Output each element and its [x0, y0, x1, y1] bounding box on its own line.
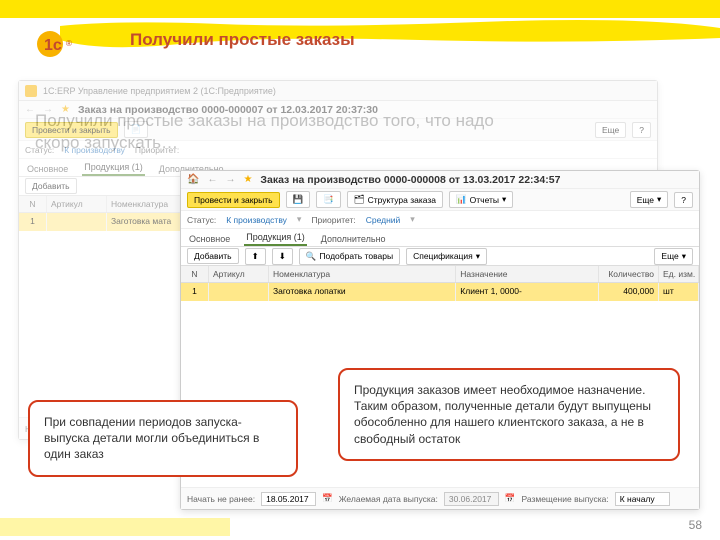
- cell-art: [47, 213, 107, 231]
- save-and-close-button[interactable]: Провести и закрыть: [187, 192, 280, 208]
- more-button[interactable]: Еще: [595, 122, 626, 138]
- status-row: Статус: К производству Приоритет:: [19, 141, 657, 159]
- spec-button[interactable]: Спецификация ▾: [406, 248, 487, 265]
- nav-back-icon[interactable]: ←: [25, 104, 35, 115]
- calendar-icon[interactable]: 📅: [322, 493, 333, 504]
- nav-fwd-icon[interactable]: →: [43, 104, 53, 115]
- slide-title: Получили простые заказы: [130, 30, 355, 50]
- footer: Начать не ранее: 18.05.2017 📅 Желаемая д…: [181, 487, 699, 509]
- col-art: Артикул: [209, 266, 269, 282]
- status-label: Статус:: [25, 145, 54, 155]
- nav-bar: ← → ★ Заказ на производство 0000-000007 …: [19, 101, 657, 119]
- tab-main[interactable]: Основное: [25, 162, 70, 176]
- svg-text:®: ®: [66, 39, 72, 48]
- start-date-input[interactable]: 18.05.2017: [261, 492, 316, 506]
- page-number: 58: [689, 518, 702, 532]
- favorite-icon[interactable]: ★: [243, 174, 252, 185]
- add-button[interactable]: Добавить: [187, 248, 239, 264]
- more-label: Еще: [637, 195, 654, 205]
- more-label-2: Еще: [661, 251, 678, 261]
- wish-label: Желаемая дата выпуска:: [339, 494, 438, 504]
- up-button[interactable]: ⬆: [245, 248, 266, 265]
- pick-label: Подобрать товары: [319, 251, 393, 261]
- cell-naz: Клиент 1, 0000-: [456, 283, 599, 301]
- col-num: N: [19, 196, 47, 212]
- spec-label: Спецификация: [413, 251, 473, 261]
- add-button[interactable]: Добавить: [25, 178, 77, 194]
- title-bar: 1С:ERP Управление предприятием 2 (1С:Пре…: [19, 81, 657, 101]
- callout-product-destination: Продукция заказов имеет необходимое назн…: [338, 368, 680, 461]
- down-button[interactable]: ⬇: [272, 248, 293, 265]
- cell-unit: шт: [659, 283, 699, 301]
- nav-fwd-icon[interactable]: →: [225, 174, 235, 185]
- col-unit: Ед. изм.: [659, 266, 699, 282]
- cell-art: [209, 283, 269, 301]
- favorite-icon[interactable]: ★: [61, 104, 70, 115]
- structure-label: Структура заказа: [368, 195, 436, 205]
- tab-main[interactable]: Основное: [187, 232, 232, 246]
- structure-button[interactable]: 🗂 Структура заказа: [347, 191, 443, 208]
- svg-text:1c: 1c: [44, 37, 62, 54]
- status-label: Статус:: [187, 215, 216, 225]
- tab-products[interactable]: Продукция (1): [244, 230, 307, 246]
- status-row: Статус: К производству ▾ Приоритет: Сред…: [181, 211, 699, 229]
- start-label: Начать не ранее:: [187, 494, 255, 504]
- col-num: N: [181, 266, 209, 282]
- priority-value[interactable]: Средний: [366, 215, 401, 225]
- calendar-icon[interactable]: 📅: [505, 493, 516, 504]
- help-button[interactable]: ?: [632, 122, 651, 138]
- tab-products[interactable]: Продукция (1): [82, 160, 145, 176]
- post-button[interactable]: 📑: [316, 191, 341, 208]
- pick-goods-button[interactable]: 🔍 Подобрать товары: [299, 248, 400, 265]
- nav-bar: 🏠 ← → ★ Заказ на производство 0000-00000…: [181, 171, 699, 189]
- table-row[interactable]: 1 Заготовка лопатки Клиент 1, 0000- 400,…: [181, 283, 699, 301]
- subtoolbar: Добавить ⬆ ⬇ 🔍 Подобрать товары Специфик…: [181, 247, 699, 265]
- priority-label: Приоритет:: [135, 145, 179, 155]
- header-yellow-bar: [0, 0, 720, 18]
- wish-date-input[interactable]: 30.06.2017: [444, 492, 499, 506]
- cell-qty: 400,000: [599, 283, 659, 301]
- tab-extra[interactable]: Дополнительно: [319, 232, 388, 246]
- footer-yellow-stroke: [0, 518, 230, 536]
- nav-back-icon[interactable]: ←: [207, 174, 217, 185]
- cell-nom: Заготовка лопатки: [269, 283, 456, 301]
- callout-merge-periods: При совпадении периодов запуска-выпуска …: [28, 400, 298, 477]
- app-icon: [25, 85, 37, 97]
- col-nom: Номенклатура: [269, 266, 456, 282]
- save-button[interactable]: 💾: [286, 191, 311, 208]
- status-value[interactable]: К производству: [226, 215, 287, 225]
- cell-num: 1: [19, 213, 47, 231]
- logo-1c: 1c ®: [36, 24, 94, 64]
- save-button[interactable]: Провести и закрыть: [25, 122, 118, 138]
- status-value[interactable]: К производству: [64, 145, 125, 155]
- toolbar: Провести и закрыть 💾 📑 🗂 Структура заказ…: [181, 189, 699, 211]
- col-art: Артикул: [47, 196, 107, 212]
- priority-label: Приоритет:: [311, 215, 355, 225]
- toolbar: Провести и закрыть 📄 Еще ?: [19, 119, 657, 141]
- cell-num: 1: [181, 283, 209, 301]
- doc-title: Заказ на производство 0000-000008 от 13.…: [260, 174, 560, 186]
- home-icon[interactable]: 🏠: [187, 174, 199, 185]
- tabs: Основное Продукция (1) Дополнительно: [181, 229, 699, 247]
- post-button[interactable]: 📄: [124, 121, 149, 138]
- more-button[interactable]: Еще ▾: [630, 191, 669, 208]
- doc-title: Заказ на производство 0000-000007 от 12.…: [78, 104, 378, 116]
- table-head: N Артикул Номенклатура Назначение Количе…: [181, 265, 699, 283]
- place-label: Размещение выпуска:: [521, 494, 608, 504]
- col-naz: Назначение: [456, 266, 599, 282]
- col-qty: Количество: [599, 266, 659, 282]
- reports-button[interactable]: 📊 Отчеты ▾: [449, 191, 513, 208]
- place-select[interactable]: К началу: [615, 492, 670, 506]
- more-button-2[interactable]: Еще ▾: [654, 248, 693, 265]
- app-title: 1С:ERP Управление предприятием 2 (1С:Пре…: [43, 86, 276, 96]
- reports-label: Отчеты: [470, 195, 499, 205]
- help-button[interactable]: ?: [674, 192, 693, 208]
